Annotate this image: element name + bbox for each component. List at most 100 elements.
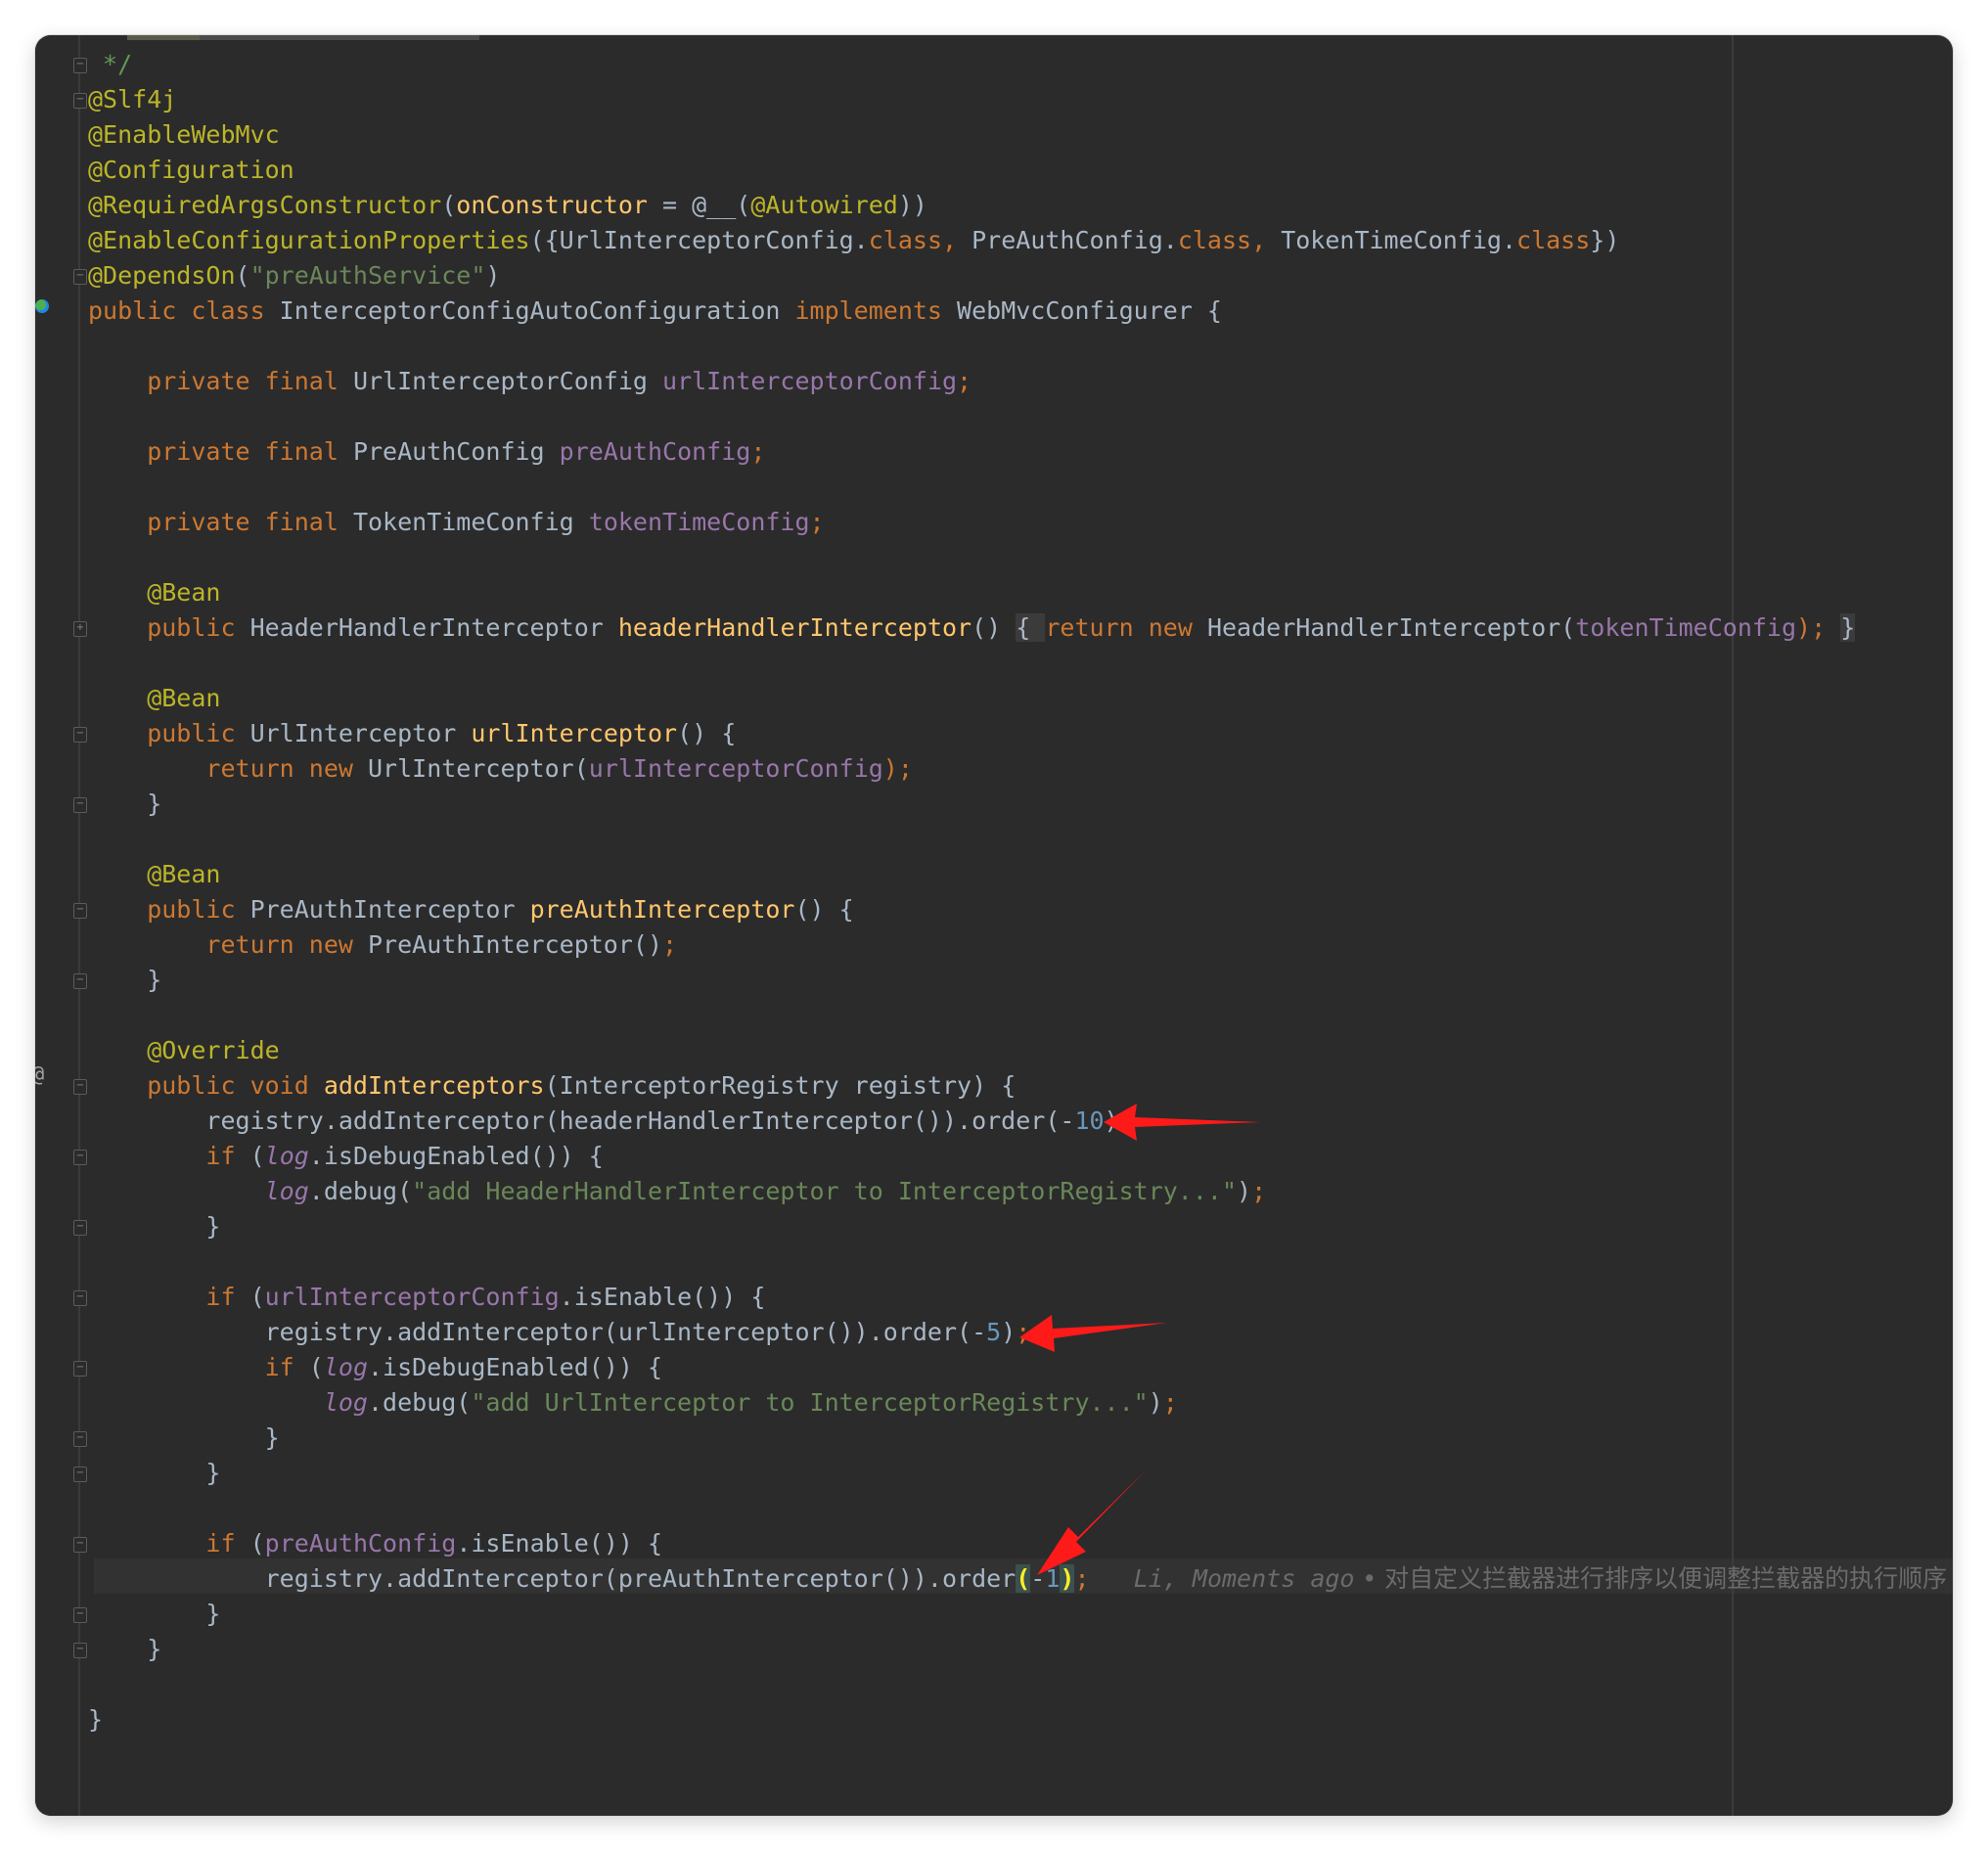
code-token: (: [249, 1529, 265, 1558]
code-line[interactable]: log.debug("add HeaderHandlerInterceptor …: [88, 1174, 1947, 1209]
code-token: registry.addInterceptor(headerHandlerInt…: [88, 1106, 1075, 1135]
code-line[interactable]: return new PreAuthInterceptor();: [88, 927, 1947, 963]
fold-toggle-icon[interactable]: −: [73, 58, 87, 73]
code-line[interactable]: registry.addInterceptor(urlInterceptor()…: [88, 1315, 1947, 1350]
code-line[interactable]: [88, 399, 1947, 434]
code-token: registry.addInterceptor(preAuthIntercept…: [88, 1564, 1017, 1593]
code-token: ({UrlInterceptorConfig.: [529, 226, 869, 254]
code-token: "add HeaderHandlerInterceptor to Interce…: [412, 1177, 1238, 1205]
code-token: public: [88, 719, 250, 747]
fold-toggle-icon[interactable]: −: [73, 727, 87, 743]
fold-toggle-icon[interactable]: −: [73, 973, 87, 989]
fold-toggle-icon[interactable]: −: [73, 1361, 87, 1377]
fold-toggle-icon[interactable]: −: [73, 93, 87, 109]
code-token: (: [308, 1353, 324, 1381]
git-blame-annotation: • 对自定义拦截器进行排序以便调整拦截器的执行顺序: [1354, 1564, 1948, 1593]
code-token: registry.addInterceptor(urlInterceptor()…: [88, 1318, 987, 1346]
code-line[interactable]: @Bean: [88, 857, 1947, 892]
code-line[interactable]: [88, 998, 1947, 1033]
fold-toggle-icon[interactable]: −: [73, 1290, 87, 1306]
fold-toggle-icon[interactable]: −: [73, 1643, 87, 1658]
code-line[interactable]: return new UrlInterceptor(urlInterceptor…: [88, 751, 1947, 787]
code-token: tokenTimeConfig: [588, 508, 810, 536]
code-token: headerHandlerInterceptor: [617, 613, 972, 642]
code-line[interactable]: public class InterceptorConfigAutoConfig…: [88, 293, 1947, 329]
fold-toggle-icon[interactable]: −: [73, 1607, 87, 1623]
code-line[interactable]: [88, 646, 1947, 681]
code-line[interactable]: @Slf4j: [88, 82, 1947, 117]
code-line[interactable]: public UrlInterceptor urlInterceptor() {: [88, 716, 1947, 751]
fold-toggle-icon[interactable]: −: [73, 1220, 87, 1236]
fold-toggle-icon[interactable]: −: [73, 1079, 87, 1095]
code-line[interactable]: registry.addInterceptor(headerHandlerInt…: [88, 1104, 1947, 1139]
code-token: TokenTimeConfig.: [1281, 226, 1517, 254]
code-line[interactable]: log.debug("add UrlInterceptor to Interce…: [88, 1385, 1947, 1421]
code-line[interactable]: @DependsOn("preAuthService"): [88, 258, 1947, 293]
code-line[interactable]: public HeaderHandlerInterceptor headerHa…: [88, 610, 1947, 646]
code-token: return new: [88, 930, 368, 959]
fold-toggle-icon[interactable]: −: [73, 903, 87, 919]
code-token: ;: [750, 437, 766, 466]
code-line[interactable]: }: [88, 1632, 1947, 1667]
fold-toggle-icon[interactable]: −: [73, 1537, 87, 1553]
fold-toggle-icon[interactable]: −: [73, 269, 87, 285]
code-area[interactable]: */ @Slf4j @EnableWebMvc @Configuration @Requ…: [88, 47, 1947, 1738]
code-token: (: [249, 1283, 265, 1311]
fold-toggle-icon[interactable]: +: [73, 621, 87, 637]
code-line[interactable]: private final TokenTimeConfig tokenTimeC…: [88, 505, 1947, 540]
code-line[interactable]: private final UrlInterceptorConfig urlIn…: [88, 364, 1947, 399]
code-line[interactable]: }: [88, 1597, 1947, 1632]
code-token: private final: [88, 437, 353, 466]
code-token: @Autowired: [750, 191, 898, 219]
code-line[interactable]: if (log.isDebugEnabled()) {: [88, 1139, 1947, 1174]
code-token: @Slf4j: [88, 85, 177, 113]
code-line[interactable]: private final PreAuthConfig preAuthConfi…: [88, 434, 1947, 470]
code-line[interactable]: [88, 822, 1947, 857]
code-line[interactable]: registry.addInterceptor(preAuthIntercept…: [88, 1561, 1947, 1597]
code-line[interactable]: @Bean: [88, 681, 1947, 716]
code-line[interactable]: @EnableConfigurationProperties({UrlInter…: [88, 223, 1947, 258]
fold-toggle-icon[interactable]: −: [73, 1467, 87, 1482]
code-token: .isEnable()) {: [456, 1529, 663, 1558]
fold-toggle-icon[interactable]: −: [73, 1431, 87, 1447]
code-line[interactable]: [88, 329, 1947, 364]
code-token: UrlInterceptorConfig: [352, 367, 663, 395]
code-line[interactable]: public PreAuthInterceptor preAuthInterce…: [88, 892, 1947, 927]
code-token: }: [88, 790, 162, 818]
code-token: public void: [88, 1071, 324, 1100]
code-line[interactable]: if (preAuthConfig.isEnable()) {: [88, 1526, 1947, 1561]
code-token: "preAuthService": [249, 261, 486, 290]
code-token: }: [88, 1459, 221, 1487]
code-line[interactable]: }: [88, 963, 1947, 998]
code-line[interactable]: @Override: [88, 1033, 1947, 1068]
code-editor[interactable]: @ − − − + − − − − − − − − − − − − − − */ @Slf4j @EnableWebM…: [35, 35, 1953, 1816]
code-line[interactable]: [88, 1244, 1947, 1280]
override-marker-icon[interactable]: @: [35, 1062, 44, 1087]
code-line[interactable]: @Bean: [88, 575, 1947, 610]
code-line[interactable]: }: [88, 1421, 1947, 1456]
code-token: log: [264, 1177, 309, 1205]
code-line[interactable]: [88, 1667, 1947, 1702]
code-line[interactable]: @EnableWebMvc: [88, 117, 1947, 153]
code-line[interactable]: }: [88, 787, 1947, 822]
code-line[interactable]: }: [88, 1702, 1947, 1738]
code-line[interactable]: if (log.isDebugEnabled()) {: [88, 1350, 1947, 1385]
spring-bean-icon[interactable]: [35, 299, 49, 313]
code-line[interactable]: [88, 1491, 1947, 1526]
code-line[interactable]: @Configuration: [88, 153, 1947, 188]
code-token: log: [323, 1388, 368, 1417]
code-line[interactable]: [88, 470, 1947, 505]
code-token: class: [1177, 226, 1252, 254]
code-token: )): [897, 191, 927, 219]
code-line[interactable]: public void addInterceptors(InterceptorR…: [88, 1068, 1947, 1104]
fold-toggle-icon[interactable]: −: [73, 797, 87, 813]
code-line[interactable]: }: [88, 1456, 1947, 1491]
code-line[interactable]: */: [88, 47, 1947, 82]
code-token: 5: [986, 1318, 1002, 1346]
fold-toggle-icon[interactable]: −: [73, 1150, 87, 1165]
code-line[interactable]: if (urlInterceptorConfig.isEnable()) {: [88, 1280, 1947, 1315]
code-line[interactable]: }: [88, 1209, 1947, 1244]
code-line[interactable]: [88, 540, 1947, 575]
code-line[interactable]: @RequiredArgsConstructor(onConstructor =…: [88, 188, 1947, 223]
